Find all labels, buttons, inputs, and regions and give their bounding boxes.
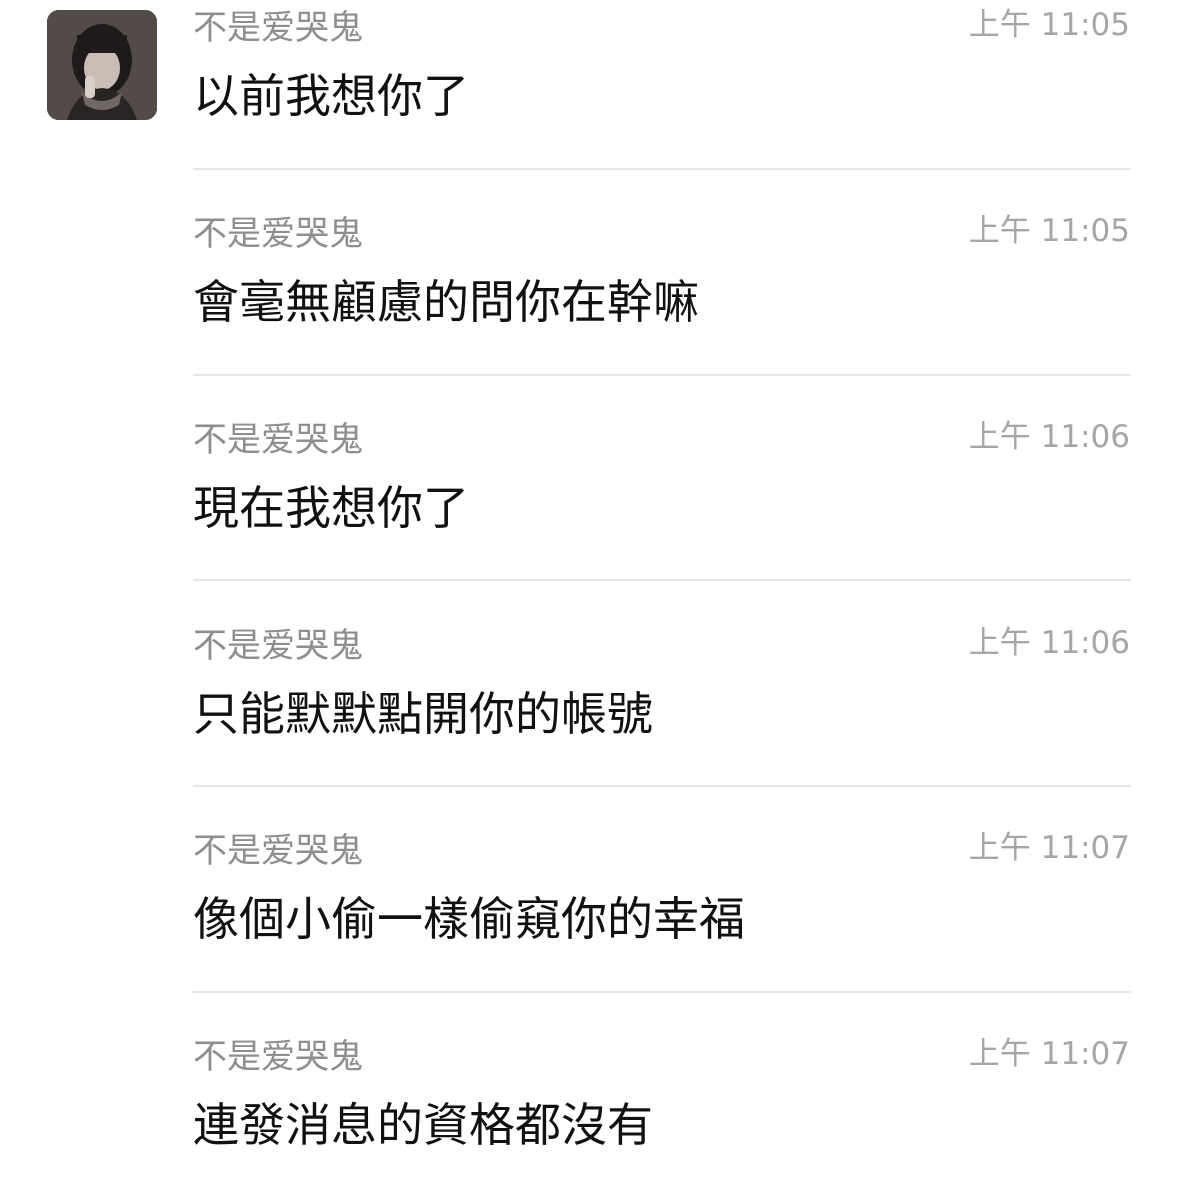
sender-name: 不是爱哭鬼 — [193, 831, 363, 871]
message-time: 上午 11:05 — [968, 7, 1130, 43]
message-item[interactable]: 不是爱哭鬼 上午 11:07 像個小偷一樣偷窺你的幸福 — [193, 823, 1130, 1029]
sender-name: 不是爱哭鬼 — [193, 214, 363, 254]
avatar[interactable] — [47, 10, 157, 120]
message-item[interactable]: 不是爱哭鬼 上午 11:07 連發消息的資格都沒有 — [193, 1029, 1130, 1178]
sender-name: 不是爱哭鬼 — [193, 626, 363, 666]
sender-name: 不是爱哭鬼 — [193, 1037, 363, 1077]
message-text: 只能默默點開你的帳號 — [193, 687, 653, 741]
message-text: 像個小偷一樣偷窺你的幸福 — [193, 892, 745, 946]
sender-name: 不是爱哭鬼 — [193, 420, 363, 460]
divider — [193, 579, 1131, 581]
message-item[interactable]: 不是爱哭鬼 上午 11:06 現在我想你了 — [193, 412, 1130, 618]
message-item[interactable]: 不是爱哭鬼 上午 11:05 會毫無顧慮的問你在幹嘛 — [193, 206, 1130, 412]
message-time: 上午 11:06 — [968, 419, 1130, 455]
avatar-photo — [47, 10, 157, 120]
message-item[interactable]: 不是爱哭鬼 上午 11:06 只能默默點開你的帳號 — [193, 618, 1130, 824]
divider — [193, 991, 1131, 993]
message-text: 會毫無顧慮的問你在幹嘛 — [193, 275, 699, 329]
message-time: 上午 11:07 — [968, 830, 1130, 866]
divider — [193, 374, 1131, 376]
message-text: 連發消息的資格都沒有 — [193, 1098, 653, 1152]
divider — [193, 168, 1131, 170]
message-time: 上午 11:05 — [968, 213, 1130, 249]
message-text: 現在我想你了 — [193, 481, 469, 535]
message-item[interactable]: 不是爱哭鬼 上午 11:05 以前我想你了 — [193, 0, 1130, 206]
message-time: 上午 11:07 — [968, 1036, 1130, 1072]
divider — [193, 785, 1131, 787]
message-text: 以前我想你了 — [193, 69, 469, 123]
sender-name: 不是爱哭鬼 — [193, 8, 363, 48]
message-time: 上午 11:06 — [968, 625, 1130, 661]
